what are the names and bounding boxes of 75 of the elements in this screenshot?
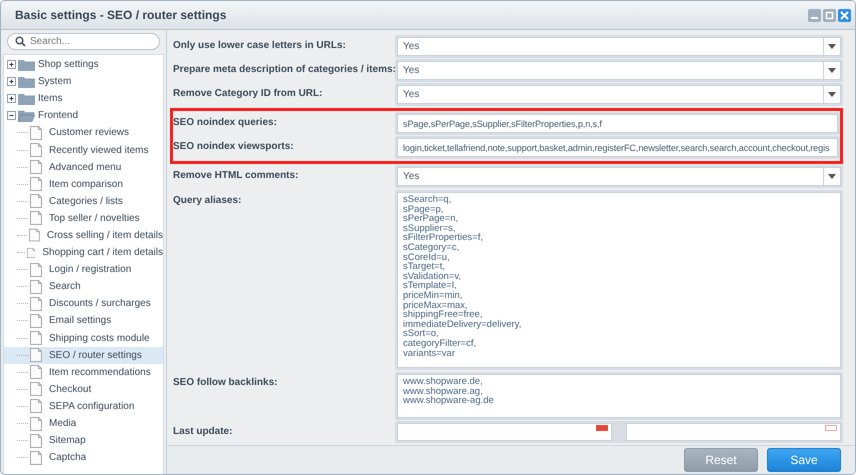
tree-item[interactable]: Search bbox=[4, 278, 163, 296]
field-label: SEO noindex queries: bbox=[173, 116, 278, 128]
field-label: Remove Category ID from URL: bbox=[173, 87, 324, 99]
tree-item[interactable]: Recently viewed items bbox=[4, 141, 163, 159]
folder-icon bbox=[18, 58, 35, 71]
dropdown[interactable]: Yes bbox=[397, 167, 841, 186]
field-label: SEO noindex viewsports: bbox=[173, 140, 295, 152]
field-label: Prepare meta description of categories / items: bbox=[173, 63, 395, 75]
field-label: Remove HTML comments: bbox=[173, 169, 300, 181]
tree-item[interactable]: Login / registration bbox=[4, 261, 163, 278]
tree-item[interactable]: Media bbox=[4, 414, 163, 432]
document-icon bbox=[30, 177, 42, 192]
document-icon bbox=[30, 126, 42, 140]
tree-item[interactable]: Sitemap bbox=[4, 432, 163, 450]
field-label: SEO follow backlinks: bbox=[173, 376, 278, 388]
tree-item[interactable]: Shop settings bbox=[4, 56, 163, 74]
document-icon bbox=[30, 211, 42, 226]
tree-item[interactable]: Discounts / surcharges bbox=[4, 295, 163, 312]
tree-item[interactable]: Advanced menu bbox=[4, 158, 163, 176]
document-icon bbox=[30, 434, 42, 448]
dropdown[interactable]: Yes bbox=[397, 85, 841, 104]
tree-item[interactable]: SEO / router settings bbox=[4, 346, 163, 364]
folder-icon bbox=[18, 92, 35, 105]
tree-item[interactable]: Frontend bbox=[4, 107, 163, 124]
document-icon bbox=[30, 382, 42, 396]
tree-item[interactable]: SEPA configuration bbox=[4, 398, 163, 415]
document-icon bbox=[30, 450, 42, 465]
tree-item[interactable]: Categories / lists bbox=[4, 192, 163, 210]
tree-item[interactable]: Item recommendations bbox=[4, 364, 163, 381]
tree-item[interactable]: Customer reviews bbox=[4, 124, 163, 142]
tree-item[interactable]: Top seller / novelties bbox=[4, 210, 163, 227]
time-field[interactable] bbox=[626, 423, 841, 441]
field-label: Last update: bbox=[173, 425, 234, 437]
expander-icon[interactable] bbox=[7, 111, 16, 120]
date-field[interactable] bbox=[397, 423, 612, 441]
document-icon bbox=[30, 296, 42, 311]
expander-icon[interactable] bbox=[7, 77, 16, 86]
field-label: Only use lower case letters in URLs: bbox=[173, 39, 347, 51]
tree-item[interactable]: System bbox=[4, 73, 163, 90]
document-icon bbox=[30, 416, 42, 431]
text-area[interactable]: www.shopware.de, www.shopware.ag, www.shopware-ag.de bbox=[397, 374, 841, 418]
tree-item[interactable]: Items bbox=[4, 90, 163, 108]
tree-item[interactable]: Captcha bbox=[4, 449, 163, 466]
document-icon bbox=[30, 262, 42, 277]
document-icon bbox=[30, 399, 42, 414]
document-icon bbox=[30, 280, 42, 294]
document-icon bbox=[30, 365, 42, 380]
document-icon bbox=[30, 194, 42, 208]
document-icon bbox=[30, 331, 42, 346]
search-field[interactable]: Search... bbox=[7, 33, 160, 50]
tree-item[interactable]: Checkout bbox=[4, 380, 163, 398]
window-title: Basic settings - SEO / router settings bbox=[15, 8, 226, 22]
dropdown[interactable]: Yes bbox=[397, 61, 841, 80]
folder-icon bbox=[18, 110, 35, 122]
document-icon bbox=[30, 314, 42, 328]
expander-icon[interactable] bbox=[7, 94, 16, 104]
text-area[interactable]: sSearch=q, sPage=p, sPerPage=n, sSupplier=s, sFilterProperties=f, sCategory=c, sCoreId=u, sTarget=t, sValidation=v, sTemplate=l, priceMin=min, priceMax=max, shippingFree=free, immediateDelivery=delivery, sSort=o, categoryFilter=cf, variants=var bbox=[397, 192, 841, 368]
tree-item[interactable]: Email settings bbox=[4, 312, 163, 330]
tree-item[interactable]: Cross selling / item details bbox=[4, 226, 163, 244]
tree-item[interactable]: Item comparison bbox=[4, 176, 163, 193]
document-icon bbox=[26, 246, 36, 260]
close-icon[interactable] bbox=[838, 8, 851, 22]
expander-icon[interactable] bbox=[7, 60, 16, 70]
tree-item[interactable]: Shipping costs module bbox=[4, 330, 163, 347]
document-icon bbox=[30, 348, 42, 362]
field-label: Query aliases: bbox=[173, 194, 242, 206]
document-icon bbox=[30, 143, 42, 158]
document-icon bbox=[30, 160, 42, 174]
search-icon bbox=[15, 36, 26, 47]
dropdown[interactable]: Yes bbox=[397, 37, 841, 56]
document-icon bbox=[28, 228, 40, 242]
tree-item[interactable]: Shopping cart / item details bbox=[4, 244, 163, 262]
folder-icon bbox=[18, 76, 35, 88]
text-field[interactable]: login,ticket,tellafriend,note,support,basket,admin,registerFC,newsletter,search,search,account,checkout,regis bbox=[397, 138, 838, 157]
text-field[interactable]: sPage,sPerPage,sSupplier,sFilterProperties,p,n,s,f bbox=[397, 114, 838, 133]
